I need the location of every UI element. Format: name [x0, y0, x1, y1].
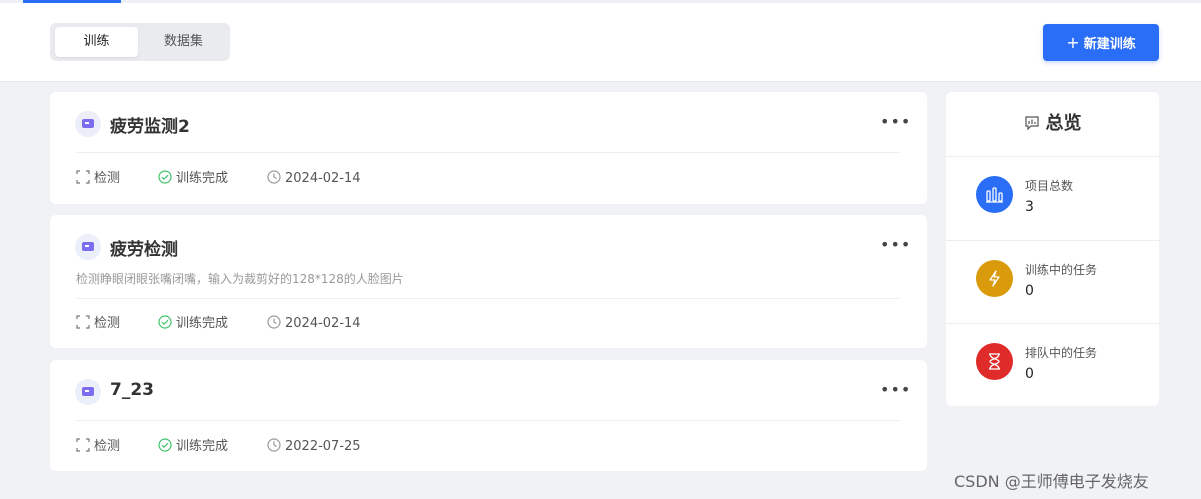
card-divider	[76, 152, 900, 153]
lightning-icon	[976, 260, 1013, 297]
project-date: 2024-02-14	[267, 314, 361, 334]
stat-value: 3	[1025, 199, 1034, 215]
overview-title: 总览	[1045, 113, 1082, 134]
project-card[interactable]: 7_23 ••• 检测 训练完成 2022-07-25	[50, 360, 927, 471]
card-divider	[76, 298, 900, 299]
more-menu-icon[interactable]: •••	[880, 380, 911, 399]
stat-label: 训练中的任务	[1025, 263, 1098, 277]
card-divider	[76, 420, 900, 421]
new-training-button[interactable]: + 新建训练	[1043, 24, 1159, 61]
check-circle-icon	[158, 170, 172, 184]
stat-queued-tasks: 排队中的任务 0	[946, 323, 1159, 407]
stat-value: 0	[1025, 283, 1034, 299]
scan-icon	[76, 438, 90, 452]
check-circle-icon	[158, 315, 172, 329]
check-circle-icon	[158, 438, 172, 452]
new-training-label: 新建训练	[1083, 37, 1136, 52]
project-status: 训练完成	[158, 437, 228, 457]
clock-icon	[267, 170, 281, 184]
tab-datasets[interactable]: 数据集	[142, 27, 225, 57]
project-title[interactable]: 疲劳监测2	[110, 112, 190, 137]
stat-training-tasks: 训练中的任务 0	[946, 240, 1159, 324]
project-card[interactable]: 疲劳监测2 ••• 检测 训练完成 2024-02-14	[50, 92, 927, 204]
watermark: CSDN @王师傅电子发烧友	[954, 472, 1149, 491]
more-menu-icon[interactable]: •••	[880, 112, 911, 131]
project-date-label: 2022-07-25	[285, 439, 361, 454]
project-icon	[75, 111, 101, 137]
project-status-label: 训练完成	[176, 439, 229, 454]
project-card[interactable]: 疲劳检测 ••• 检测睁眼闭眼张嘴闭嘴，输入为裁剪好的128*128的人脸图片 …	[50, 215, 927, 348]
view-switch: 训练 数据集	[50, 23, 230, 61]
project-type-label: 检测	[94, 171, 121, 186]
project-date: 2022-07-25	[267, 437, 361, 457]
more-menu-icon[interactable]: •••	[880, 235, 911, 254]
project-type: 检测	[76, 169, 120, 189]
overview-panel: 总览 项目总数 3 训练中的任务 0 排队中的任务 0	[946, 92, 1159, 406]
bar-chart-icon	[976, 176, 1013, 213]
project-date: 2024-02-14	[267, 169, 361, 189]
scan-icon	[76, 315, 90, 329]
toolbar: 训练 数据集 + 新建训练	[0, 3, 1201, 82]
project-type: 检测	[76, 314, 120, 334]
project-title[interactable]: 7_23	[110, 380, 154, 400]
hourglass-icon	[976, 343, 1013, 380]
project-icon	[75, 234, 101, 260]
stat-label: 项目总数	[1025, 179, 1074, 193]
clock-icon	[267, 315, 281, 329]
project-status-label: 训练完成	[176, 316, 229, 331]
overview-header: 总览	[946, 92, 1159, 157]
stat-label: 排队中的任务	[1025, 346, 1098, 360]
project-status: 训练完成	[158, 314, 228, 334]
clock-icon	[267, 438, 281, 452]
project-date-label: 2024-02-14	[285, 171, 361, 186]
scan-icon	[76, 170, 90, 184]
project-icon	[75, 379, 101, 405]
report-icon	[1024, 116, 1039, 131]
plus-icon: +	[1066, 33, 1080, 52]
project-type-label: 检测	[94, 316, 121, 331]
tab-training[interactable]: 训练	[55, 27, 138, 57]
project-description: 检测睁眼闭眼张嘴闭嘴，输入为裁剪好的128*128的人脸图片	[76, 272, 404, 286]
project-date-label: 2024-02-14	[285, 316, 361, 331]
project-status: 训练完成	[158, 169, 228, 189]
project-type-label: 检测	[94, 439, 121, 454]
project-title[interactable]: 疲劳检测	[110, 235, 178, 260]
project-status-label: 训练完成	[176, 171, 229, 186]
stat-total-projects: 项目总数 3	[946, 157, 1159, 240]
stat-value: 0	[1025, 366, 1034, 382]
project-type: 检测	[76, 437, 120, 457]
